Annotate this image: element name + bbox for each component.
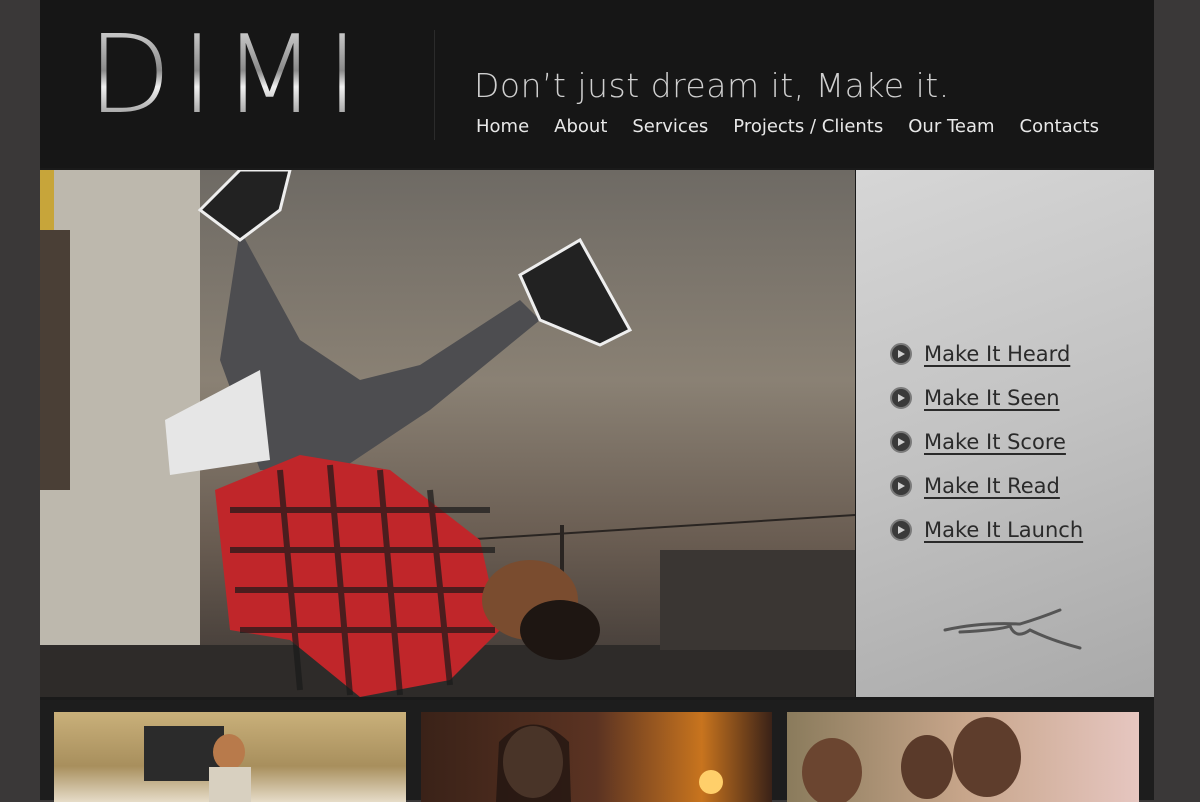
panel-link-list: Make It Heard Make It Seen Make It Score…: [890, 332, 1083, 552]
host-body: [209, 767, 251, 802]
thumbnail-woman-phone[interactable]: [421, 712, 772, 802]
link-make-it-read[interactable]: Make It Read: [890, 464, 1083, 508]
link-make-it-score[interactable]: Make It Score: [890, 420, 1083, 464]
panel-link-label[interactable]: Make It Read: [924, 474, 1060, 498]
tagline: Don’t just dream it, Make it.: [474, 66, 950, 105]
link-make-it-launch[interactable]: Make It Launch: [890, 508, 1083, 552]
woman-on-phone-photo: [421, 712, 772, 802]
arrow-circle-icon: [890, 431, 912, 453]
arrow-circle-icon: [890, 387, 912, 409]
header-divider: [434, 30, 435, 140]
woman-hair: [496, 725, 571, 802]
thumbnail-strip: [40, 700, 1154, 800]
signature-graphic: [940, 600, 1090, 660]
jeans: [220, 230, 540, 470]
nav-our-team[interactable]: Our Team: [908, 116, 994, 137]
arrow-circle-icon: [890, 475, 912, 497]
thumbnail-family[interactable]: [787, 712, 1139, 802]
dancer-hair: [520, 600, 600, 660]
right-shoe: [520, 240, 630, 345]
wall-door: [40, 230, 70, 490]
services-panel: Make It Heard Make It Seen Make It Score…: [856, 170, 1154, 697]
family-photo: [787, 712, 1139, 802]
nav-services[interactable]: Services: [632, 116, 708, 137]
wall-sign: [40, 170, 54, 230]
nav-projects-clients[interactable]: Projects / Clients: [733, 116, 883, 137]
man-right-face: [953, 717, 1021, 797]
main-nav: Home About Services Projects / Clients O…: [476, 116, 1124, 137]
tv-studio-photo: [54, 712, 406, 802]
light-flare: [699, 770, 723, 794]
arrow-circle-icon: [890, 519, 912, 541]
thumbnail-tv-host[interactable]: [54, 712, 406, 802]
panel-link-label[interactable]: Make It Score: [924, 430, 1066, 454]
panel-link-label[interactable]: Make It Launch: [924, 518, 1083, 542]
site-logo[interactable]: DIMI: [88, 22, 368, 130]
breakdancer-photo: [40, 170, 855, 697]
panel-link-label[interactable]: Make It Heard: [924, 342, 1070, 366]
link-make-it-seen[interactable]: Make It Seen: [890, 376, 1083, 420]
nav-contacts[interactable]: Contacts: [1020, 116, 1099, 137]
power-line: [460, 515, 855, 540]
distant-building: [660, 550, 855, 650]
host-head: [213, 734, 245, 770]
link-make-it-heard[interactable]: Make It Heard: [890, 332, 1083, 376]
boy-face: [901, 735, 953, 799]
nav-about[interactable]: About: [554, 116, 607, 137]
arrow-circle-icon: [890, 343, 912, 365]
nav-home[interactable]: Home: [476, 116, 529, 137]
hero-image: [40, 170, 855, 697]
left-shoe: [200, 170, 290, 240]
man-left-face: [802, 738, 862, 802]
panel-link-label[interactable]: Make It Seen: [924, 386, 1060, 410]
